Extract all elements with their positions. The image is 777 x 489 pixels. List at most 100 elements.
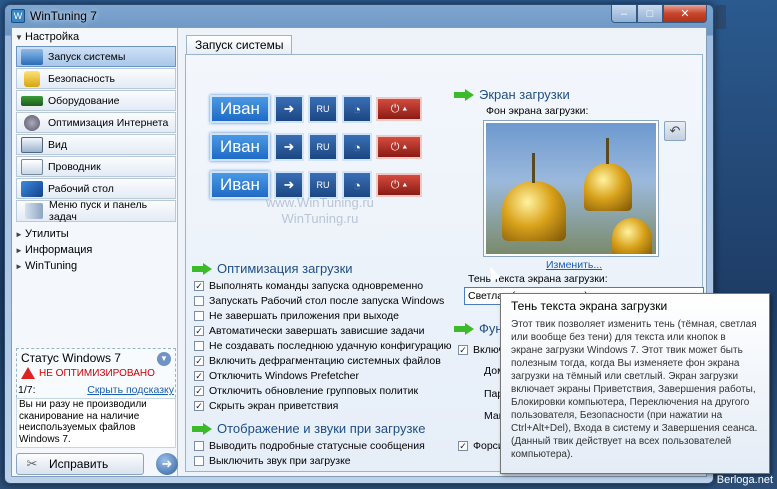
checkbox-option[interactable]: Не создавать последнюю удачную конфигура…	[194, 339, 452, 353]
sidebar-item-hardware[interactable]: Оборудование	[16, 90, 176, 111]
collapse-icon[interactable]: ▼	[157, 352, 171, 366]
sidebar-item-label: Оптимизация Интернета	[48, 116, 169, 129]
internet-icon	[24, 114, 40, 131]
arrow-right-icon	[192, 422, 212, 435]
close-button[interactable]: ✕	[663, 5, 707, 23]
checkbox[interactable]: ✓	[194, 371, 204, 381]
hide-tip-link[interactable]: Скрыть подсказку	[87, 384, 174, 396]
checkbox[interactable]	[194, 311, 204, 321]
restore-default-button[interactable]: ↶	[664, 121, 686, 141]
checkbox-option[interactable]: ✓ Включить дефрагментацию системных файло…	[194, 354, 441, 368]
checkbox-label: Отключить Windows Prefetcher	[209, 370, 359, 382]
sidebar-section-settings[interactable]: ▼ Настройка	[12, 29, 177, 45]
sidebar-item-desktop[interactable]: Рабочий стол	[16, 178, 176, 199]
shutdown-button[interactable]: ⏻ ▴	[376, 173, 422, 197]
checkbox[interactable]: ✓	[194, 401, 204, 411]
tools-icon: ✂	[26, 456, 38, 471]
arrow-right-icon	[454, 322, 474, 335]
checkbox-option[interactable]: ✓ Отключить обновление групповых политик	[194, 384, 418, 398]
checkbox-label: Выводить подробные статусные сообщения	[209, 440, 425, 452]
arrow-right-icon: ➜	[161, 456, 173, 471]
preview-name-button[interactable]: Иван	[210, 95, 270, 123]
dome-shape	[502, 181, 566, 241]
checkbox[interactable]: ✓	[194, 356, 204, 366]
sidebar-item-label: Рабочий стол	[48, 182, 114, 195]
checkbox-option[interactable]: ✓ Отключить Windows Prefetcher	[194, 369, 359, 383]
status-state: НЕ ОПТИМИЗИРОВАНО	[39, 367, 155, 379]
checkbox-label: Автоматически завершать зависшие задачи	[209, 325, 425, 337]
cross-shape	[606, 138, 609, 164]
sidebar-item-internet[interactable]: Оптимизация Интернета	[16, 112, 176, 133]
sidebar-item-security[interactable]: Безопасность	[16, 68, 176, 89]
checkbox[interactable]: ✓	[194, 281, 204, 291]
sidebar-section-utilities[interactable]: ► Утилиты	[12, 226, 177, 242]
tab-startup[interactable]: Запуск системы	[186, 35, 293, 54]
sidebar-section-label: Настройка	[25, 31, 80, 43]
undo-icon: ↶	[669, 123, 681, 138]
change-link[interactable]: Изменить...	[546, 259, 602, 271]
minimize-button[interactable]: –	[611, 5, 637, 23]
title-bar[interactable]: W WinTuning 7 – □ ✕	[5, 5, 713, 27]
sidebar-section-label: Утилиты	[25, 228, 69, 240]
arrow-right-icon[interactable]: ➜	[274, 95, 304, 123]
checkbox-label: Скрыть экран приветствия	[209, 400, 339, 412]
sidebar-item-view[interactable]: Вид	[16, 134, 176, 155]
checkbox-option[interactable]: Запускать Рабочий стол после запуска Win…	[194, 294, 444, 308]
shutdown-button[interactable]: ⏻ ▴	[376, 97, 422, 121]
preview-row: Иван ➜ RU ◔ ⏻ ▴	[210, 131, 422, 163]
sidebar-section-wintuning[interactable]: ► WinTuning	[12, 258, 177, 274]
hardware-icon	[21, 95, 43, 106]
checkbox[interactable]: ✓	[458, 345, 468, 355]
language-button[interactable]: RU	[308, 133, 338, 161]
tip-header: 1/7: Скрыть подсказку	[16, 384, 176, 396]
checkbox-option[interactable]: Выводить подробные статусные сообщения	[194, 439, 425, 453]
watermark-line: WinTuning.ru	[281, 211, 359, 226]
status-title: Статус Windows 7	[21, 351, 121, 365]
explorer-icon	[21, 158, 43, 175]
accessibility-icon[interactable]: ◔	[342, 95, 372, 123]
checkbox[interactable]: ✓	[194, 326, 204, 336]
checkbox[interactable]	[194, 296, 204, 306]
site-watermark: Berloga.net	[716, 474, 773, 486]
checkbox-option[interactable]: ✓ Скрыть экран приветствия	[194, 399, 338, 413]
bg-label: Фон экрана загрузки:	[486, 105, 589, 117]
maximize-button[interactable]: □	[637, 5, 663, 23]
next-tip-button[interactable]: ➜	[156, 453, 178, 475]
checkbox[interactable]	[194, 441, 204, 451]
sidebar-item-taskbar[interactable]: Меню пуск и панель задач	[16, 199, 176, 223]
taskbar-icon	[25, 203, 43, 219]
arrow-right-icon[interactable]: ➜	[274, 133, 304, 161]
sidebar-item-label: Проводник	[48, 160, 101, 173]
boot-screen-title: Экран загрузки	[454, 87, 570, 102]
sidebar-item-label: Запуск системы	[48, 50, 126, 63]
shutdown-button[interactable]: ⏻ ▴	[376, 135, 422, 159]
checkbox-option[interactable]: Не завершать приложения при выходе	[194, 309, 399, 323]
preview-name-button[interactable]: Иван	[210, 171, 270, 199]
accessibility-icon[interactable]: ◔	[342, 133, 372, 161]
watermark-line: www.WinTuning.ru	[266, 195, 374, 210]
chevron-right-icon: ►	[15, 229, 23, 239]
checkbox[interactable]: ✓	[194, 386, 204, 396]
tip-counter: 1/7:	[18, 384, 36, 396]
checkbox-option[interactable]: Выключить звук при загрузке	[194, 454, 351, 468]
arrow-right-icon	[192, 262, 212, 275]
checkbox[interactable]	[194, 456, 204, 466]
checkbox-label: Запускать Рабочий стол после запуска Win…	[209, 295, 445, 307]
sidebar-section-info[interactable]: ► Информация	[12, 242, 177, 258]
lock-icon	[24, 70, 40, 87]
boot-opt-title: Оптимизация загрузки	[192, 261, 353, 276]
warning-icon	[21, 367, 35, 379]
sidebar-item-explorer[interactable]: Проводник	[16, 156, 176, 177]
checkbox-option[interactable]: ✓ Выполнять команды запуска одновременно	[194, 279, 423, 293]
sidebar-item-startup[interactable]: Запуск системы	[16, 46, 176, 67]
desktop-edge	[716, 5, 726, 29]
checkbox-option[interactable]: ✓ Автоматически завершать зависшие задачи	[194, 324, 424, 338]
boot-background-image[interactable]	[484, 121, 658, 256]
language-button[interactable]: RU	[308, 95, 338, 123]
preview-row: Иван ➜ RU ◔ ⏻ ▴	[210, 93, 422, 125]
checkbox[interactable]: ✓	[458, 441, 468, 451]
fix-button[interactable]: ✂ Исправить	[16, 453, 144, 475]
checkbox-label: Выключить звук при загрузке	[209, 455, 351, 467]
preview-name-button[interactable]: Иван	[210, 133, 270, 161]
checkbox[interactable]	[194, 341, 204, 351]
